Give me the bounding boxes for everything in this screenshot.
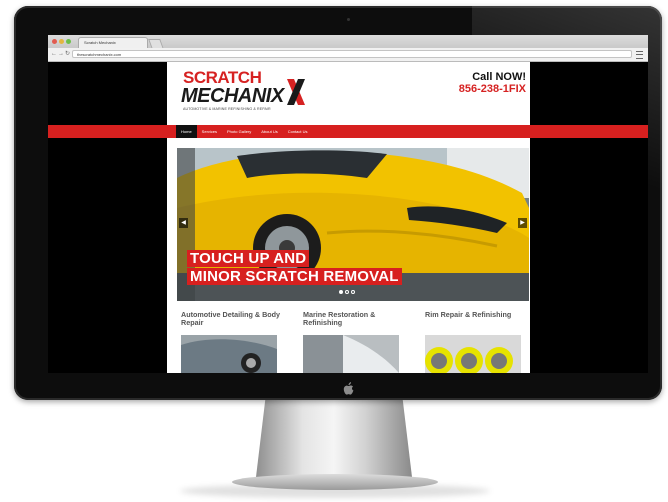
hero-slider[interactable]: ◀ ▶ TOUCH UP AND MINOR SCRATCH REMOVAL <box>177 148 529 301</box>
service-card-rim[interactable]: Rim Repair & Refinishing <box>421 307 529 373</box>
menu-icon[interactable] <box>636 51 643 59</box>
nav-item-contact-us[interactable]: Contact Us <box>283 125 313 138</box>
website-page: SCRATCH MECHANIX AUTOMOTIVE & MARINE REF… <box>48 62 648 373</box>
slider-dot-2[interactable] <box>345 290 349 294</box>
site-logo[interactable]: SCRATCH MECHANIX AUTOMOTIVE & MARINE REF… <box>181 69 311 121</box>
chevron-left-icon[interactable]: ◀ <box>179 218 188 228</box>
slide-caption-line1: TOUCH UP AND <box>187 250 310 267</box>
call-now-block: Call NOW! 856-238-1FIX <box>459 71 526 96</box>
nav-item-home[interactable]: Home <box>176 125 197 138</box>
url-input[interactable]: thescratchmechanix.com <box>72 50 632 58</box>
close-window-icon[interactable] <box>52 39 57 44</box>
slider-dot-1[interactable] <box>339 290 343 294</box>
screen: Scratch Mechanix ← → ↻ thescratchmechani… <box>48 35 648 373</box>
monitor-bezel: Scratch Mechanix ← → ↻ thescratchmechani… <box>14 6 662 400</box>
forward-arrow-icon[interactable]: → <box>58 50 64 58</box>
main-nav: Home Services Photo Gallery About Us Con… <box>176 125 313 138</box>
browser-tab[interactable]: Scratch Mechanix <box>78 37 148 48</box>
apple-logo-icon <box>343 382 354 395</box>
rim-card-image <box>425 335 521 373</box>
logo-x-mark <box>287 79 305 105</box>
service-card-title: Rim Repair & Refinishing <box>425 310 512 319</box>
reload-icon[interactable]: ↻ <box>65 50 70 58</box>
nav-bar <box>48 125 648 138</box>
logo-tagline: AUTOMOTIVE & MARINE REFINISHING & REPAIR <box>183 107 271 111</box>
minimize-window-icon[interactable] <box>59 39 64 44</box>
browser-tab-bar: Scratch Mechanix <box>48 35 648 49</box>
nav-item-photo-gallery[interactable]: Photo Gallery <box>222 125 256 138</box>
service-cards: Automotive Detailing & Body Repair Marin… <box>177 307 529 373</box>
slide-caption-line2: MINOR SCRATCH REMOVAL <box>187 268 402 285</box>
slider-pagination <box>339 290 355 294</box>
service-card-marine[interactable]: Marine Restoration & Refinishing <box>299 307 407 373</box>
monitor-stand <box>256 399 412 477</box>
call-now-label: Call NOW! <box>472 71 526 83</box>
slide-caption: TOUCH UP AND MINOR SCRATCH REMOVAL <box>187 250 402 286</box>
service-card-title: Automotive Detailing & Body Repair <box>181 310 281 327</box>
zoom-window-icon[interactable] <box>66 39 71 44</box>
camera <box>347 18 350 21</box>
automotive-card-image <box>181 335 277 373</box>
chevron-right-icon[interactable]: ▶ <box>518 218 527 228</box>
nav-item-services[interactable]: Services <box>197 125 222 138</box>
service-card-title: Marine Restoration & Refinishing <box>303 310 376 327</box>
back-arrow-icon[interactable]: ← <box>51 50 57 58</box>
phone-number-link[interactable]: 856-238-1FIX <box>459 83 526 95</box>
logo-line2: MECHANIX <box>181 85 284 107</box>
monitor-base <box>232 474 438 490</box>
marine-card-image <box>303 335 399 373</box>
nav-item-about-us[interactable]: About Us <box>256 125 282 138</box>
slider-dot-3[interactable] <box>351 290 355 294</box>
address-bar-row: ← → ↻ thescratchmechanix.com <box>48 48 648 62</box>
service-card-automotive[interactable]: Automotive Detailing & Body Repair <box>177 307 285 373</box>
